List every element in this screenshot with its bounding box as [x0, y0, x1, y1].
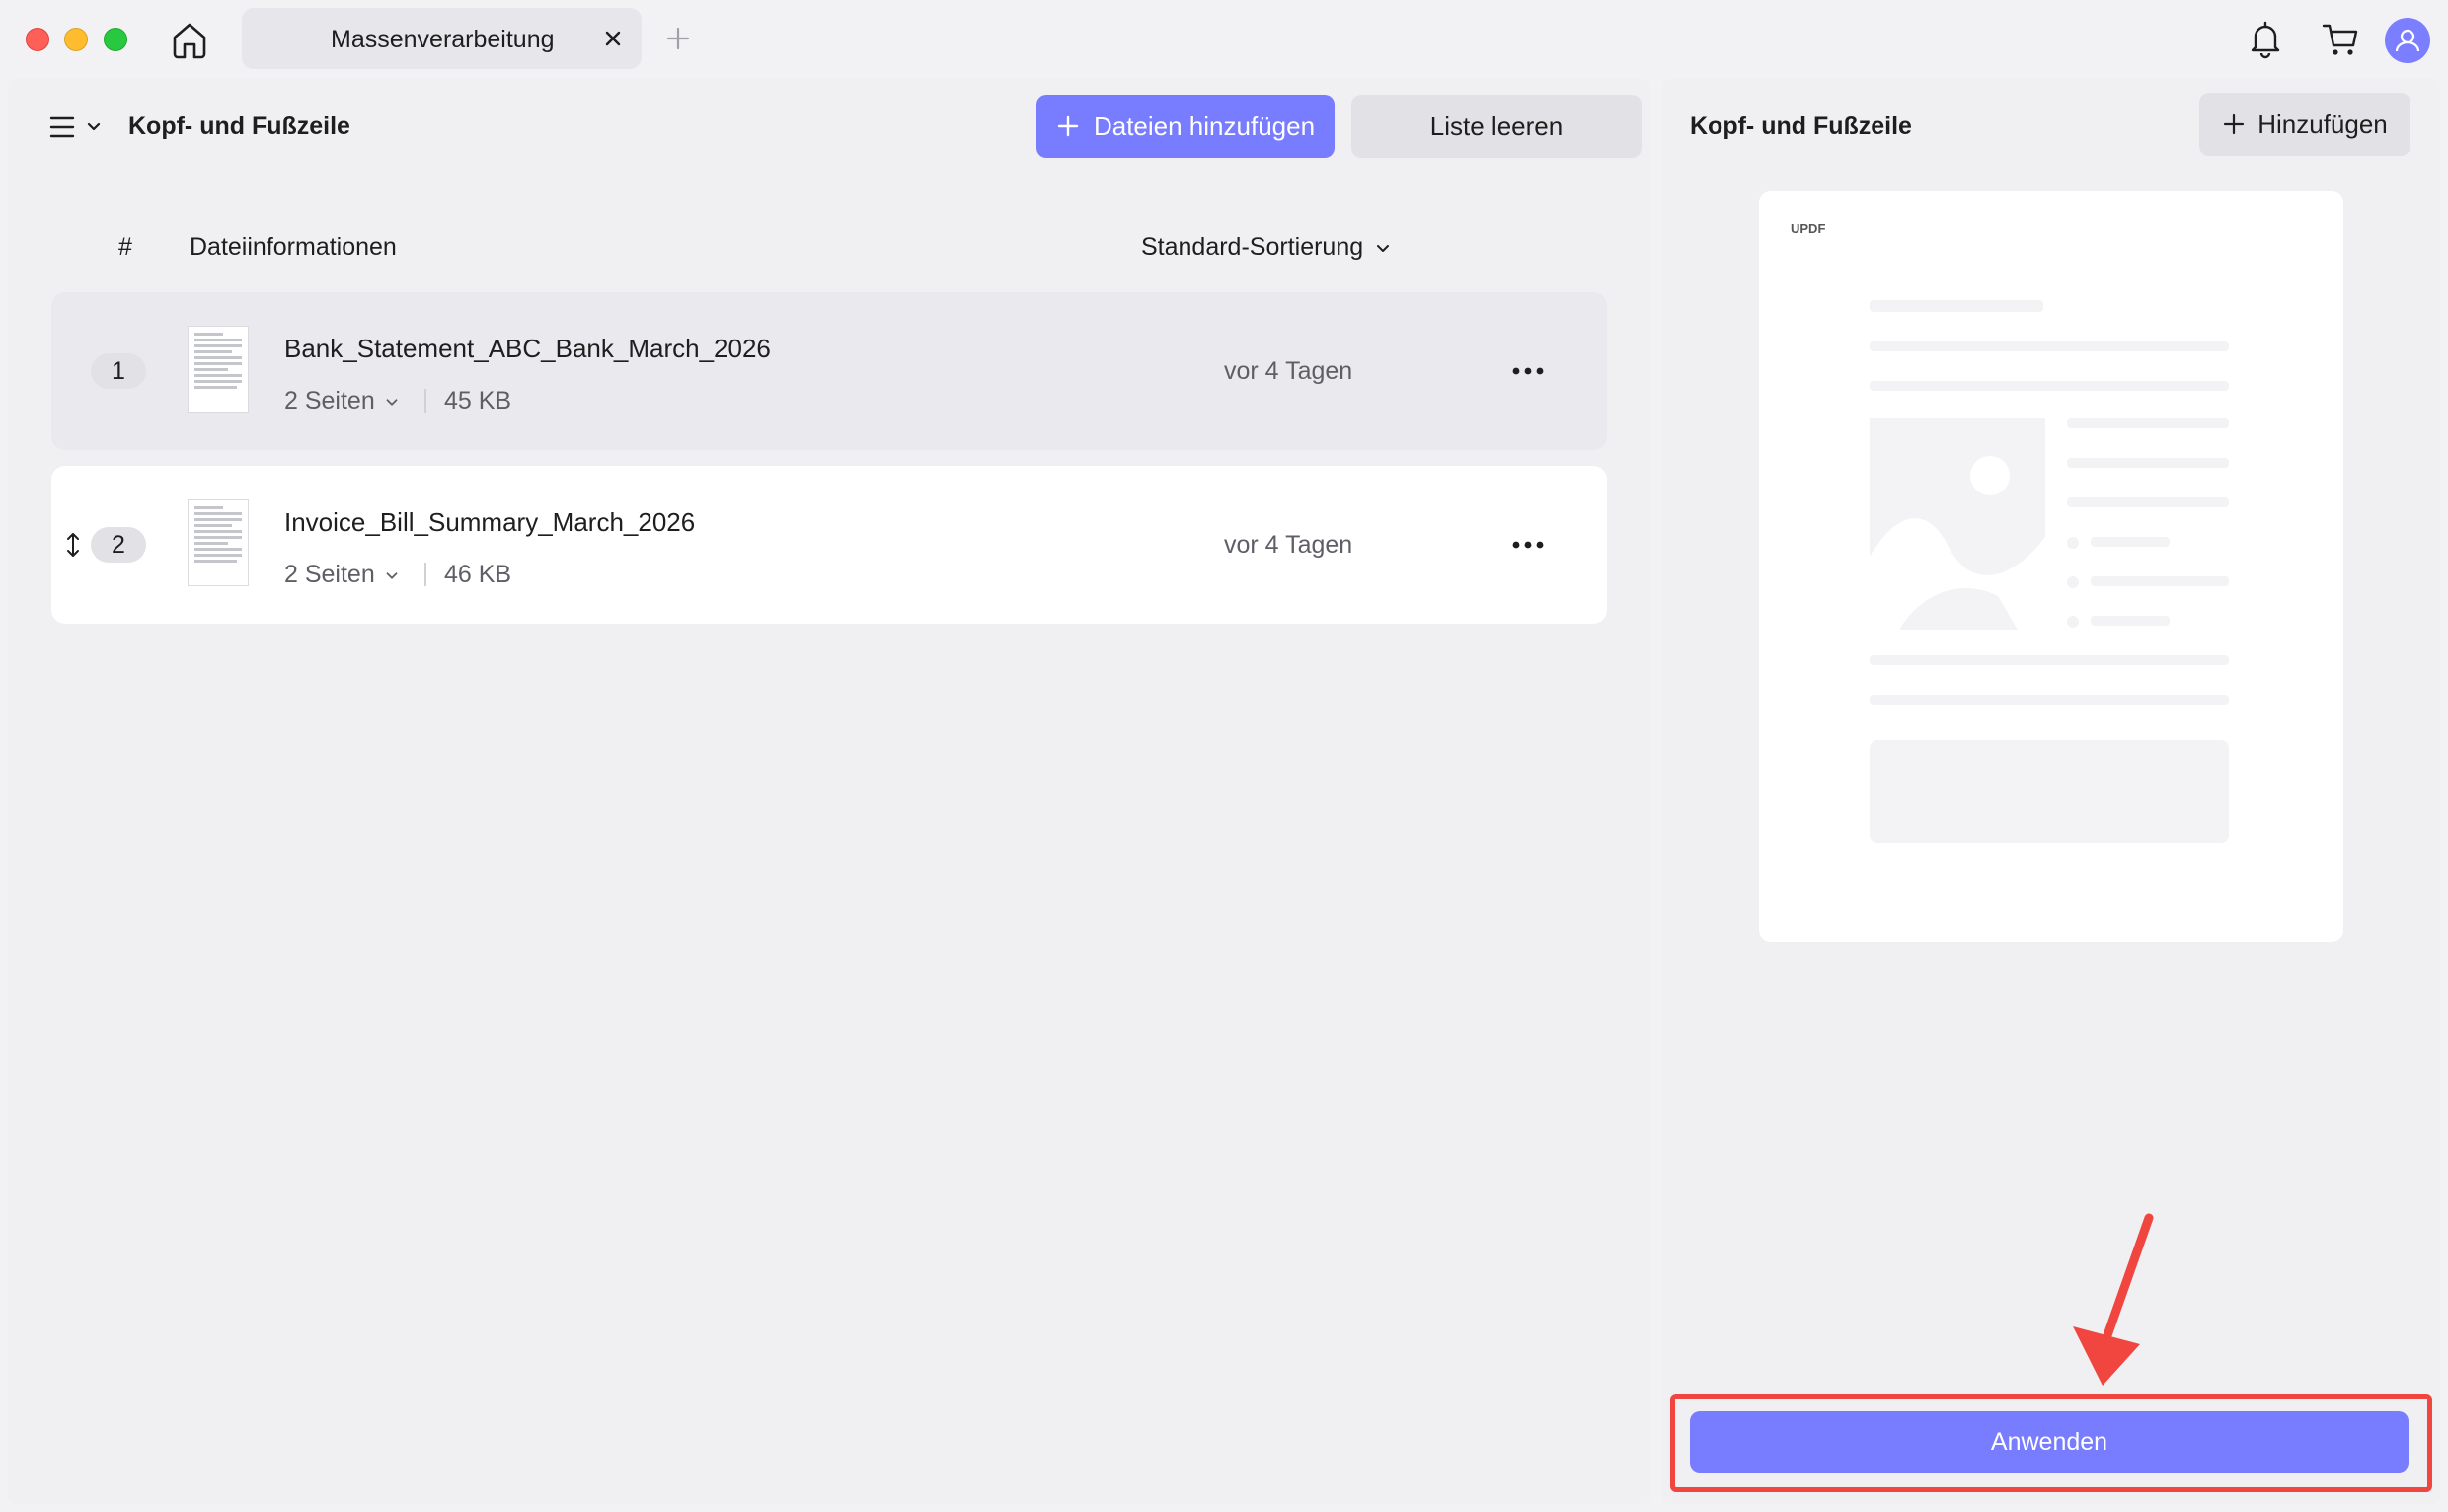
- more-options-icon[interactable]: [1508, 353, 1548, 389]
- user-icon: [2395, 29, 2420, 52]
- page-count: 2 Seiten: [284, 387, 375, 415]
- placeholder-image-icon: [1870, 418, 2045, 630]
- apply-button[interactable]: Anwenden: [1690, 1411, 2409, 1473]
- chevron-down-icon: [386, 571, 398, 579]
- file-thumbnail: [188, 499, 249, 586]
- sort-label: Standard-Sortierung: [1141, 233, 1364, 261]
- page-count: 2 Seiten: [284, 561, 375, 588]
- placeholder-line: [1870, 300, 2043, 312]
- file-name: Invoice_Bill_Summary_March_2026: [284, 507, 696, 537]
- plus-icon: [1057, 115, 1079, 137]
- chevron-down-icon: [386, 398, 398, 406]
- apply-label: Anwenden: [1990, 1427, 2108, 1456]
- sort-dropdown[interactable]: Standard-Sortierung: [1141, 233, 1393, 262]
- placeholder-line: [1870, 381, 2229, 391]
- title-bar: Massenverarbeitung: [0, 0, 2448, 79]
- file-name: Bank_Statement_ABC_Bank_March_2026: [284, 334, 771, 363]
- close-icon[interactable]: [598, 24, 628, 53]
- placeholder-line: [2091, 616, 2170, 626]
- file-list-panel: Kopf- und Fußzeile Dateien hinzufügen Li…: [8, 79, 1650, 1504]
- column-number: #: [118, 233, 132, 261]
- new-tab-plus-icon[interactable]: [663, 24, 693, 53]
- chevron-down-icon[interactable]: [83, 116, 105, 138]
- menu-icon[interactable]: [47, 113, 77, 142]
- file-date: vor 4 Tagen: [1224, 531, 1353, 559]
- template-preview[interactable]: UPDF: [1759, 191, 2343, 942]
- clear-list-button[interactable]: Liste leeren: [1351, 95, 1642, 158]
- list-header: # Dateiinformationen Standard-Sortierung: [8, 227, 1650, 266]
- annotation-arrow-icon: [2073, 1213, 2154, 1386]
- home-icon[interactable]: [168, 18, 211, 61]
- row-number: 1: [91, 353, 146, 389]
- page-count-dropdown[interactable]: 2 Seiten: [284, 561, 401, 589]
- file-row[interactable]: 2 Invoice_Bill_Summary_March_2026 2 Seit…: [51, 466, 1607, 624]
- preview-logo: UPDF: [1791, 221, 1826, 236]
- row-number: 2: [91, 527, 146, 563]
- divider: [424, 563, 426, 586]
- divider: [424, 389, 426, 413]
- file-date: vor 4 Tagen: [1224, 357, 1353, 385]
- placeholder-line: [1870, 655, 2229, 665]
- tab-massenverarbeitung[interactable]: Massenverarbeitung: [242, 8, 642, 69]
- page-count-dropdown[interactable]: 2 Seiten: [284, 387, 401, 416]
- placeholder-bullet: [2067, 616, 2079, 628]
- file-thumbnail: [188, 326, 249, 413]
- column-file-info: Dateiinformationen: [190, 233, 397, 261]
- bell-icon[interactable]: [2246, 18, 2285, 59]
- window-minimize-button[interactable]: [64, 28, 88, 51]
- window-maximize-button[interactable]: [104, 28, 127, 51]
- placeholder-line: [2067, 497, 2229, 507]
- window-close-button[interactable]: [26, 28, 49, 51]
- chevron-down-icon: [1377, 244, 1390, 252]
- placeholder-bullet: [2067, 537, 2079, 549]
- avatar[interactable]: [2385, 18, 2430, 63]
- placeholder-line: [1870, 695, 2229, 705]
- tab-label: Massenverarbeitung: [331, 26, 555, 53]
- placeholder-block: [1870, 740, 2229, 843]
- placeholder-line: [2067, 418, 2229, 428]
- add-files-label: Dateien hinzufügen: [1093, 111, 1316, 141]
- placeholder-line: [2067, 458, 2229, 468]
- add-files-button[interactable]: Dateien hinzufügen: [1036, 95, 1335, 158]
- placeholder-line: [2091, 576, 2229, 586]
- drag-handle-icon[interactable]: [65, 531, 81, 559]
- add-template-button[interactable]: Hinzufügen: [2199, 93, 2410, 156]
- left-toolbar: Kopf- und Fußzeile Dateien hinzufügen Li…: [8, 79, 1650, 174]
- add-template-label: Hinzufügen: [2257, 109, 2388, 139]
- page-title: Kopf- und Fußzeile: [128, 113, 350, 140]
- panel-title: Kopf- und Fußzeile: [1690, 113, 1912, 140]
- clear-list-label: Liste leeren: [1429, 111, 1564, 141]
- file-row[interactable]: 1 Bank_Statement_ABC_Bank_March_2026 2 S…: [51, 292, 1607, 450]
- file-size: 46 KB: [444, 561, 512, 588]
- placeholder-bullet: [2067, 576, 2079, 588]
- placeholder-line: [1870, 341, 2229, 351]
- placeholder-line: [2091, 537, 2170, 547]
- plus-icon: [2224, 113, 2245, 135]
- header-footer-panel: Kopf- und Fußzeile Hinzufügen UPDF: [1662, 79, 2440, 1504]
- more-options-icon[interactable]: [1508, 527, 1548, 563]
- file-size: 45 KB: [444, 387, 512, 415]
- cart-icon[interactable]: [2320, 18, 2361, 59]
